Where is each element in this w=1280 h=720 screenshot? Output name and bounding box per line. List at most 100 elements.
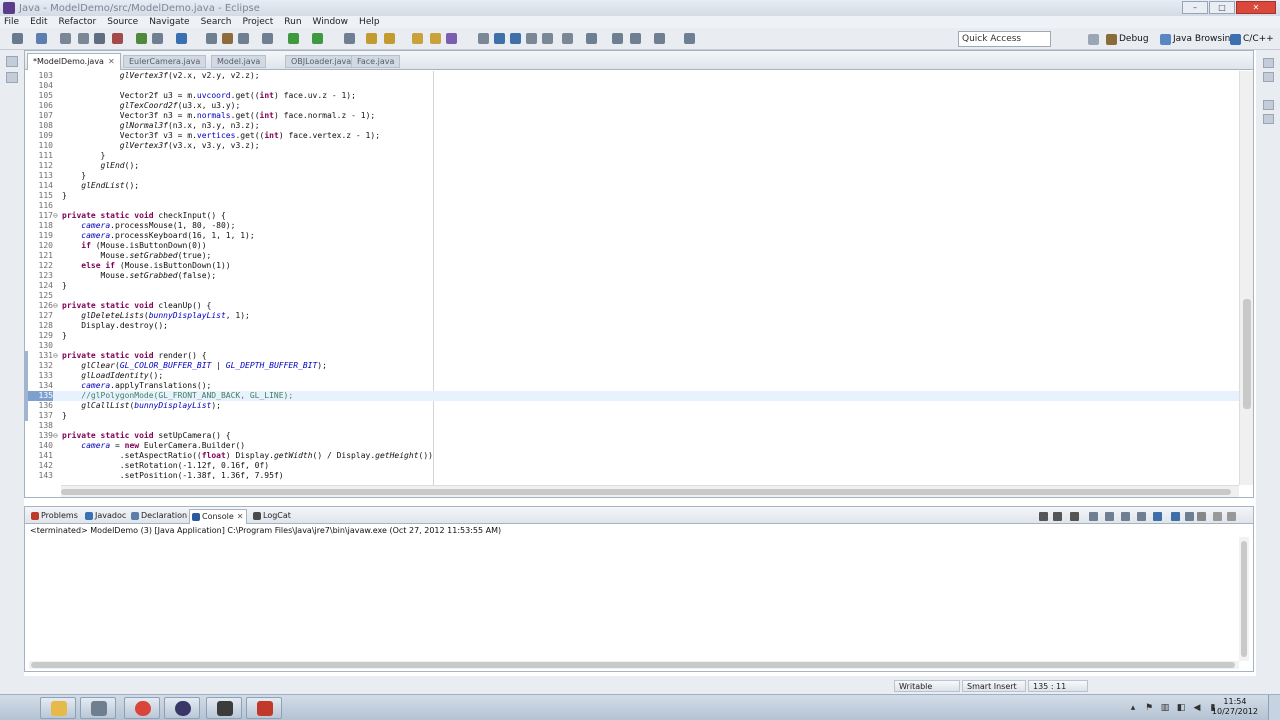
code-line[interactable]: 125 bbox=[25, 291, 1239, 301]
code-line[interactable]: 132 glClear(GL_COLOR_BUFFER_BIT | GL_DEP… bbox=[25, 361, 1239, 371]
editor-horizontal-scrollbar[interactable] bbox=[61, 485, 1239, 497]
scrollbar-thumb[interactable] bbox=[1243, 299, 1251, 409]
volume-icon[interactable]: ◀ bbox=[1192, 703, 1202, 713]
toolbar-tool-icon[interactable] bbox=[366, 33, 377, 44]
toolbar-tool-icon[interactable] bbox=[612, 33, 623, 44]
editor-tab[interactable]: *ModelDemo.java ✕ bbox=[27, 53, 121, 70]
close-tab-icon[interactable]: ✕ bbox=[108, 57, 115, 66]
code-line[interactable]: 143 .setPosition(-1.38f, 1.36f, 7.95f) bbox=[25, 471, 1239, 481]
system-clock[interactable]: 11:54 10/27/2012 bbox=[1212, 697, 1258, 717]
toolbar-tool-icon[interactable] bbox=[176, 33, 187, 44]
toolbar-tool-icon[interactable] bbox=[60, 33, 71, 44]
view-tab-console[interactable]: Console ✕ bbox=[189, 509, 248, 524]
taskbar-app[interactable] bbox=[80, 697, 116, 719]
toolbar-tool-icon[interactable] bbox=[238, 33, 249, 44]
restore-icon[interactable] bbox=[1263, 100, 1274, 110]
console-tool-icon[interactable] bbox=[1171, 512, 1180, 521]
code-line[interactable]: 113 } bbox=[25, 171, 1239, 181]
code-line[interactable]: 118 camera.processMouse(1, 80, -80); bbox=[25, 221, 1239, 231]
network-icon[interactable]: ▥ bbox=[1160, 703, 1170, 713]
code-line[interactable]: 111 } bbox=[25, 151, 1239, 161]
menu-project[interactable]: Project bbox=[242, 16, 273, 28]
fold-toggle-icon[interactable]: ⊖ bbox=[53, 301, 61, 311]
toolbar-tool-icon[interactable] bbox=[586, 33, 597, 44]
code-line[interactable]: 139⊖ private static void setUpCamera() { bbox=[25, 431, 1239, 441]
code-line[interactable]: 124} bbox=[25, 281, 1239, 291]
toolbar-tool-icon[interactable] bbox=[562, 33, 573, 44]
console-tool-icon[interactable] bbox=[1089, 512, 1098, 521]
toolbar-tool-icon[interactable] bbox=[136, 33, 147, 44]
toolbar-tool-icon[interactable] bbox=[446, 33, 457, 44]
code-line[interactable]: 114 glEndList(); bbox=[25, 181, 1239, 191]
toolbar-tool-icon[interactable] bbox=[510, 33, 521, 44]
tray-arrow-icon[interactable]: ▴ bbox=[1128, 703, 1138, 713]
editor-tab[interactable]: OBJLoader.java bbox=[285, 55, 358, 68]
menu-window[interactable]: Window bbox=[313, 16, 349, 28]
package-explorer-icon[interactable] bbox=[6, 72, 18, 83]
toolbar-tool-icon[interactable] bbox=[412, 33, 423, 44]
toolbar-tool-icon[interactable] bbox=[494, 33, 505, 44]
flag-icon[interactable]: ⚑ bbox=[1144, 703, 1154, 713]
code-line[interactable]: 105 Vector2f u3 = m.uvcoord.get((int) fa… bbox=[25, 91, 1239, 101]
menu-navigate[interactable]: Navigate bbox=[149, 16, 189, 28]
console-tool-icon[interactable] bbox=[1121, 512, 1130, 521]
menu-edit[interactable]: Edit bbox=[30, 16, 47, 28]
perspective-java-browsing[interactable]: Java Browsing bbox=[1160, 32, 1236, 46]
close-button[interactable]: ✕ bbox=[1236, 1, 1276, 14]
toolbar-tool-icon[interactable] bbox=[430, 33, 441, 44]
code-line[interactable]: 141 .setAspectRatio((float) Display.getW… bbox=[25, 451, 1239, 461]
code-line[interactable]: 130 bbox=[25, 341, 1239, 351]
code-line[interactable]: 127 glDeleteLists(bunnyDisplayList, 1); bbox=[25, 311, 1239, 321]
scrollbar-thumb[interactable] bbox=[61, 489, 1231, 495]
perspective-debug[interactable]: Debug bbox=[1106, 32, 1149, 46]
console-vertical-scrollbar[interactable] bbox=[1239, 537, 1249, 661]
toolbar-tool-icon[interactable] bbox=[262, 33, 273, 44]
code-line[interactable]: 119 camera.processKeyboard(16, 1, 1, 1); bbox=[25, 231, 1239, 241]
perspective-open-button[interactable] bbox=[1088, 32, 1101, 46]
menu-run[interactable]: Run bbox=[284, 16, 301, 28]
code-line[interactable]: 140 camera = new EulerCamera.Builder() bbox=[25, 441, 1239, 451]
taskbar-eclipse[interactable] bbox=[164, 697, 200, 719]
perspective-cpp[interactable]: C/C++ bbox=[1230, 32, 1274, 46]
editor-tab[interactable]: Model.java bbox=[211, 55, 267, 68]
close-view-icon[interactable]: ✕ bbox=[237, 512, 244, 521]
fold-toggle-icon[interactable]: ⊖ bbox=[53, 211, 61, 221]
menu-source[interactable]: Source bbox=[107, 16, 138, 28]
code-line[interactable]: 137} bbox=[25, 411, 1239, 421]
toolbar-tool-icon[interactable] bbox=[654, 33, 665, 44]
minimize-button[interactable]: – bbox=[1182, 1, 1208, 14]
view-tab-logcat[interactable]: LogCat bbox=[251, 509, 294, 524]
code-line[interactable]: 103 glVertex3f(v2.x, v2.y, v2.z); bbox=[25, 71, 1239, 81]
editor-vertical-scrollbar[interactable] bbox=[1239, 71, 1253, 485]
console-tool-icon[interactable] bbox=[1039, 512, 1048, 521]
menu-search[interactable]: Search bbox=[201, 16, 232, 28]
toolbar-tool-icon[interactable] bbox=[288, 33, 299, 44]
toolbar-tool-icon[interactable] bbox=[78, 33, 89, 44]
console-tool-icon[interactable] bbox=[1137, 512, 1146, 521]
console-tool-icon[interactable] bbox=[1197, 512, 1206, 521]
toolbar-tool-icon[interactable] bbox=[684, 33, 695, 44]
fold-toggle-icon[interactable]: ⊖ bbox=[53, 351, 61, 361]
task-list-icon[interactable] bbox=[1263, 72, 1274, 82]
menu-file[interactable]: File bbox=[4, 16, 19, 28]
toolbar-tool-icon[interactable] bbox=[222, 33, 233, 44]
toolbar-tool-icon[interactable] bbox=[526, 33, 537, 44]
console-tool-icon[interactable] bbox=[1227, 512, 1236, 521]
code-line[interactable]: 138 bbox=[25, 421, 1239, 431]
toolbar-tool-icon[interactable] bbox=[112, 33, 123, 44]
show-desktop-button[interactable] bbox=[1268, 695, 1280, 720]
code-line[interactable]: 109 Vector3f v3 = m.vertices.get((int) f… bbox=[25, 131, 1239, 141]
outline-view-icon[interactable] bbox=[1263, 114, 1274, 124]
maximize-button[interactable]: □ bbox=[1209, 1, 1235, 14]
code-line[interactable]: 107 Vector3f n3 = m.normals.get((int) fa… bbox=[25, 111, 1239, 121]
fold-toggle-icon[interactable]: ⊖ bbox=[53, 431, 61, 441]
scrollbar-thumb[interactable] bbox=[1241, 541, 1247, 657]
view-tab-problems[interactable]: Problems bbox=[29, 509, 81, 524]
outline-icon[interactable] bbox=[1263, 58, 1274, 68]
console-tool-icon[interactable] bbox=[1153, 512, 1162, 521]
restore-icon[interactable] bbox=[6, 56, 18, 67]
toolbar-tool-icon[interactable] bbox=[344, 33, 355, 44]
taskbar-java-app[interactable] bbox=[246, 697, 282, 719]
view-tab-declaration[interactable]: Declaration bbox=[129, 509, 190, 524]
code-line[interactable]: 112 glEnd(); bbox=[25, 161, 1239, 171]
